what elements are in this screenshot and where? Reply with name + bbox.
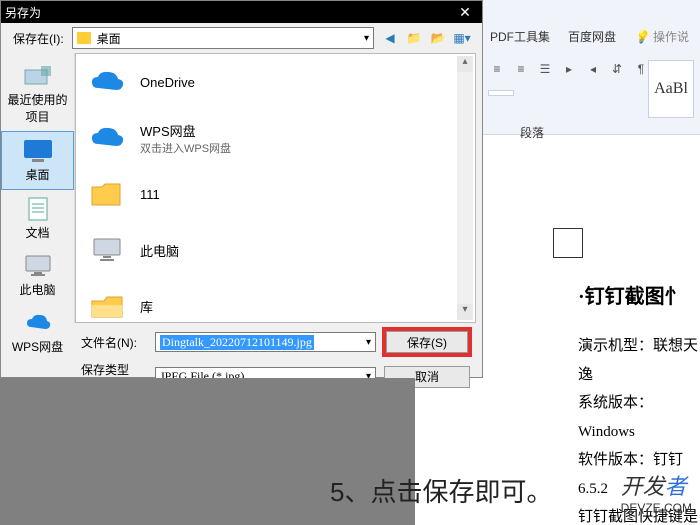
outdent-icon[interactable]: ◂ [584,60,602,78]
shortcut-label: 文档 [25,224,49,241]
help-tip[interactable]: 操作说 [653,28,689,45]
shortcut-wps-drive[interactable]: WPS网盘 [1,304,74,361]
file-name: 此电脑 [140,241,179,260]
list-item[interactable]: 此电脑 [76,222,475,278]
lookin-label: 保存在(I): [13,30,64,47]
doc-line: 演示机型：联想天逸 [578,332,700,389]
dialog-title: 另存为 [5,4,41,21]
scrollbar[interactable]: ▴ ▾ [457,56,473,320]
indent-icon[interactable]: ▸ [560,60,578,78]
scroll-down-icon[interactable]: ▾ [457,304,473,320]
new-folder-icon[interactable]: 📂 [430,30,446,46]
watermark-url: DEVZE.COM [621,501,692,515]
library-icon [88,288,128,323]
shortcut-label: 此电脑 [19,281,55,298]
watermark-text: 开发 [621,474,665,499]
list-item[interactable]: OneDrive [76,54,475,110]
tab-pdf-tools[interactable]: PDF工具集 [490,28,550,45]
doc-line: 系统版本：Windows [578,389,700,446]
filename-input[interactable]: Dingtalk_20220712101149.jpg ▾ [155,332,376,352]
back-icon[interactable]: ◀ [382,30,398,46]
lookin-value: 桌面 [97,30,121,47]
watermark: 开发者 DEVZE.COM [621,469,692,515]
view-menu-icon[interactable]: ▦▾ [454,30,470,46]
up-folder-icon[interactable]: 📁 [406,30,422,46]
cloud-icon [88,64,128,100]
save-button[interactable]: 保存(S) [386,331,468,353]
filename-label: 文件名(N): [81,334,147,351]
tab-baidu-netdisk[interactable]: 百度网盘 [568,28,616,45]
pc-icon [88,232,128,268]
dialog-titlebar: 另存为 ✕ [1,1,482,23]
list-item[interactable]: WPS网盘 双击进入WPS网盘 [76,110,475,166]
file-name: 库 [140,297,153,316]
style-preview[interactable]: AaBl [648,60,694,118]
shortcut-label: 最近使用的项目 [3,91,72,125]
font-family-dropdown[interactable] [488,90,514,96]
shortcut-documents[interactable]: 文档 [1,190,74,247]
lightbulb-icon: 💡 [634,30,649,44]
shortcut-this-pc[interactable]: 此电脑 [1,247,74,304]
shortcut-recent[interactable]: 最近使用的项目 [1,57,74,131]
shortcut-label: WPS网盘 [12,338,63,355]
align-left-icon[interactable]: ≡ [488,60,506,78]
shortcut-label: 桌面 [25,166,49,183]
chevron-down-icon: ▾ [366,337,371,348]
doc-heading: ·钉钉截图忄 [578,278,700,316]
instruction-caption: 5、点击保存即可。 [330,472,552,509]
file-name: 111 [140,187,160,202]
dialog-topbar: 保存在(I): 桌面 ▾ ◀ 📁 📂 ▦▾ [1,23,482,53]
folder-icon [88,176,128,212]
file-name: WPS网盘 [140,121,231,140]
folder-icon [77,32,91,44]
ribbon-tabs: PDF工具集 百度网盘 💡 操作说 [490,28,700,45]
shortcut-desktop[interactable]: 桌面 [1,131,74,190]
scroll-up-icon[interactable]: ▴ [457,56,473,72]
watermark-text: 者 [665,474,687,499]
save-as-dialog: 另存为 ✕ 保存在(I): 桌面 ▾ ◀ 📁 📂 ▦▾ 最近使用的项目 桌面 [0,0,483,378]
list-icon[interactable]: ☰ [536,60,554,78]
shortcut-bar: 最近使用的项目 桌面 文档 此电脑 WPS网盘 [1,53,75,323]
file-list-pane[interactable]: OneDrive WPS网盘 双击进入WPS网盘 111 此电脑 库 [75,53,476,323]
file-name: OneDrive [140,75,195,90]
list-item[interactable]: 111 [76,166,475,222]
doc-placeholder-box [553,228,583,258]
sort-icon[interactable]: ⇵ [608,60,626,78]
align-center-icon[interactable]: ≡ [512,60,530,78]
filename-value: Dingtalk_20220712101149.jpg [160,335,314,350]
cloud-icon [88,120,128,156]
file-subtitle: 双击进入WPS网盘 [140,140,231,156]
lookin-combo[interactable]: 桌面 ▾ [72,27,374,49]
chevron-down-icon: ▾ [364,33,369,44]
close-icon[interactable]: ✕ [452,4,478,21]
paragraph-group-label: 段落 [520,124,544,141]
list-item[interactable]: 库 [76,278,475,323]
